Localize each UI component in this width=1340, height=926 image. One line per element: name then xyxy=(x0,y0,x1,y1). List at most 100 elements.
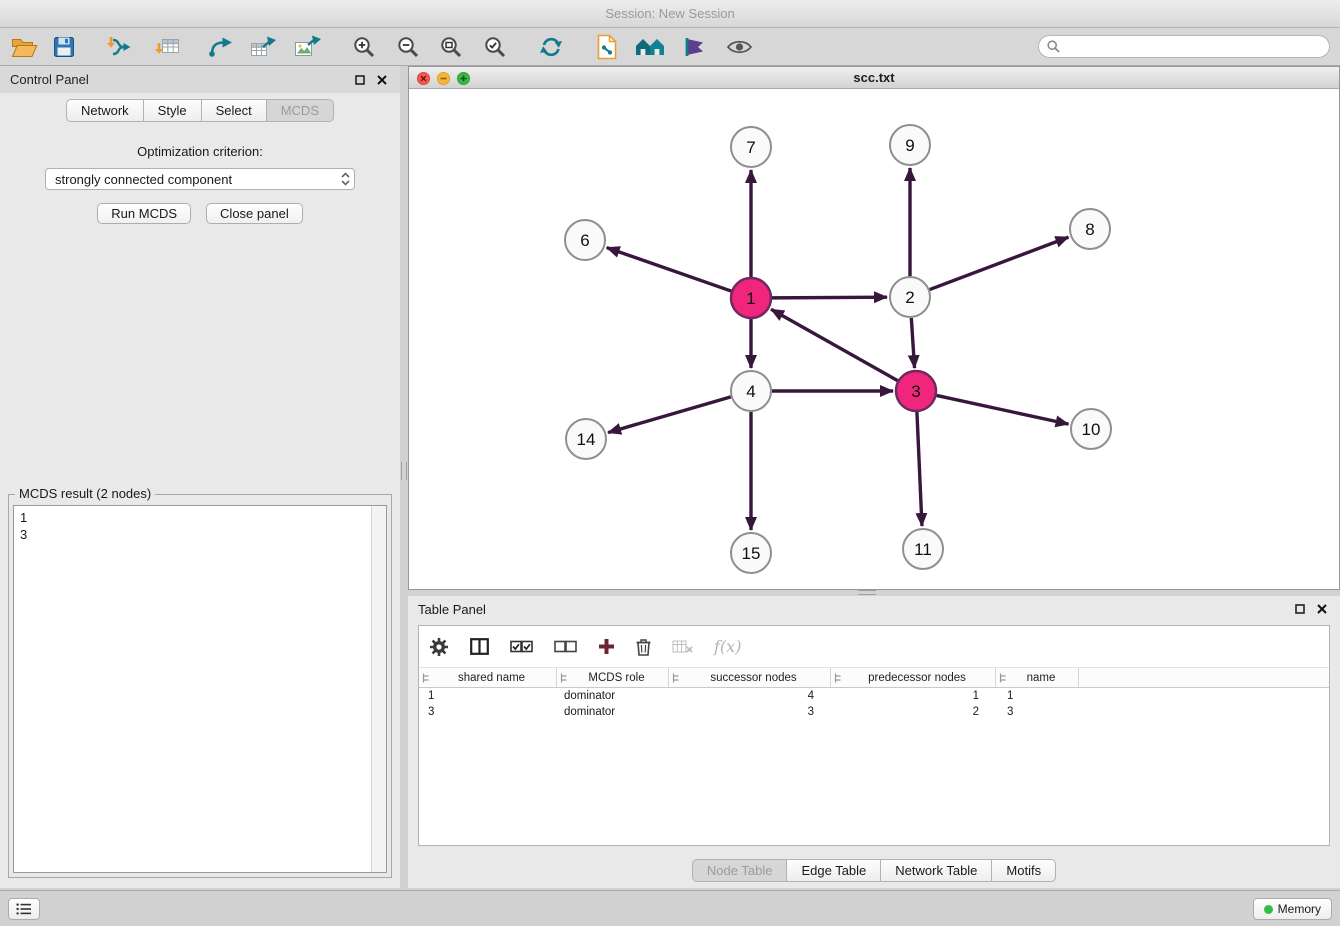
search-input[interactable] xyxy=(1065,40,1321,54)
unselect-all-columns-button[interactable] xyxy=(554,640,577,653)
split-view-button[interactable] xyxy=(470,638,489,655)
refresh-layout-button[interactable] xyxy=(535,32,567,62)
import-network-button[interactable] xyxy=(101,32,133,62)
graph-node-15[interactable]: 15 xyxy=(731,533,771,573)
zoom-selected-icon xyxy=(484,36,507,59)
criterion-dropdown[interactable]: strongly connected component xyxy=(45,168,355,190)
table-close-button[interactable] xyxy=(1314,601,1330,617)
delete-column-button[interactable] xyxy=(636,638,651,656)
graph-node-7[interactable]: 7 xyxy=(731,127,771,167)
clone-network-button[interactable] xyxy=(591,32,623,62)
tab-select[interactable]: Select xyxy=(202,99,267,122)
select-all-columns-button[interactable] xyxy=(510,640,533,653)
first-neighbors-button[interactable] xyxy=(634,32,666,62)
function-builder-button[interactable]: f(x) xyxy=(714,637,741,656)
table-cell[interactable]: 4 xyxy=(669,688,831,704)
zoom-out-button[interactable] xyxy=(392,32,424,62)
export-table-button[interactable] xyxy=(247,32,279,62)
tab-motifs[interactable]: Motifs xyxy=(992,859,1056,882)
table-cell[interactable]: dominator xyxy=(557,704,669,720)
graph-edge-1-2[interactable] xyxy=(772,297,887,298)
export-image-button[interactable] xyxy=(291,32,323,62)
control-panel-tabs: Network Style Select MCDS xyxy=(0,99,400,122)
table-row[interactable]: 3dominator323 xyxy=(419,704,1329,720)
search-box[interactable] xyxy=(1038,35,1330,58)
svg-text:1: 1 xyxy=(746,289,755,308)
table-cell[interactable]: 1 xyxy=(831,688,996,704)
graph-edge-2-3[interactable] xyxy=(911,318,914,368)
graph-node-3[interactable]: 3 xyxy=(896,371,936,411)
splitter-handle-vertical[interactable] xyxy=(401,462,407,480)
graph-edge-3-10[interactable] xyxy=(937,395,1069,424)
task-history-button[interactable] xyxy=(8,898,40,920)
graph-node-11[interactable]: 11 xyxy=(903,529,943,569)
column-header-predecessor-nodes[interactable]: predecessor nodes xyxy=(831,668,996,687)
graph-edge-2-8[interactable] xyxy=(930,237,1069,289)
graph-node-14[interactable]: 14 xyxy=(566,419,606,459)
graph-node-1[interactable]: 1 xyxy=(731,278,771,318)
delete-table-button[interactable] xyxy=(672,639,693,654)
table-cell[interactable]: 3 xyxy=(996,704,1079,720)
graph-node-6[interactable]: 6 xyxy=(565,220,605,260)
column-header-name[interactable]: name xyxy=(996,668,1079,687)
tab-edge-table[interactable]: Edge Table xyxy=(787,859,881,882)
result-scrollbar[interactable] xyxy=(371,506,386,872)
table-cell[interactable]: 2 xyxy=(831,704,996,720)
tab-network[interactable]: Network xyxy=(66,99,144,122)
table-cell[interactable]: 1 xyxy=(419,688,557,704)
window-minimize-button[interactable] xyxy=(437,72,450,85)
memory-button[interactable]: Memory xyxy=(1253,898,1332,920)
graph-node-8[interactable]: 8 xyxy=(1070,209,1110,249)
close-panel-button-mcds[interactable]: Close panel xyxy=(206,203,303,224)
network-graph[interactable]: 7 9 6 8 1 2 4 3 14 10 15 11 xyxy=(409,89,1339,589)
table-cell[interactable]: 3 xyxy=(419,704,557,720)
float-panel-button[interactable] xyxy=(352,72,368,88)
delete-table-icon xyxy=(672,639,693,654)
graph-edge-4-14[interactable] xyxy=(608,397,731,433)
column-header-shared-name[interactable]: shared name xyxy=(419,668,557,687)
show-hide-button[interactable] xyxy=(723,32,755,62)
zoom-out-icon xyxy=(397,36,420,59)
graph-node-10[interactable]: 10 xyxy=(1071,409,1111,449)
column-settings-button[interactable] xyxy=(429,637,449,657)
export-network-button[interactable] xyxy=(204,32,236,62)
graph-edge-1-6[interactable] xyxy=(607,248,731,291)
graph-edge-3-1[interactable] xyxy=(771,309,898,380)
table-cell[interactable]: 3 xyxy=(669,704,831,720)
graph-node-9[interactable]: 9 xyxy=(890,125,930,165)
column-header-mcds-role[interactable]: MCDS role xyxy=(557,668,669,687)
table-row[interactable]: 1dominator411 xyxy=(419,688,1329,704)
window-zoom-button[interactable] xyxy=(457,72,470,85)
run-mcds-button[interactable]: Run MCDS xyxy=(97,203,191,224)
apply-style-button[interactable] xyxy=(678,32,710,62)
close-panel-button[interactable] xyxy=(374,72,390,88)
trash-icon xyxy=(636,638,651,656)
save-icon xyxy=(53,36,75,58)
zoom-fit-button[interactable] xyxy=(435,32,467,62)
tab-mcds[interactable]: MCDS xyxy=(267,99,334,122)
import-table-button[interactable] xyxy=(151,32,183,62)
zoom-glyph-icon xyxy=(460,75,467,82)
table-panel-tabs: Node Table Edge Table Network Table Moti… xyxy=(408,859,1340,882)
tab-node-table[interactable]: Node Table xyxy=(692,859,788,882)
open-session-button[interactable] xyxy=(8,32,40,62)
zoom-selected-button[interactable] xyxy=(479,32,511,62)
network-window-titlebar[interactable]: scc.txt xyxy=(409,67,1339,89)
tab-style[interactable]: Style xyxy=(144,99,202,122)
table-float-button[interactable] xyxy=(1292,601,1308,617)
control-panel: Control Panel Network Style Select MCDS … xyxy=(0,66,400,888)
table-cell[interactable]: 1 xyxy=(996,688,1079,704)
graph-node-2[interactable]: 2 xyxy=(890,277,930,317)
export-network-icon xyxy=(207,35,234,59)
add-column-button[interactable] xyxy=(598,638,615,655)
graph-edge-3-11[interactable] xyxy=(917,412,922,526)
tab-network-table[interactable]: Network Table xyxy=(881,859,992,882)
save-session-button[interactable] xyxy=(48,32,80,62)
graph-node-4[interactable]: 4 xyxy=(731,371,771,411)
window-close-button[interactable] xyxy=(417,72,430,85)
network-canvas[interactable]: 7 9 6 8 1 2 4 3 14 10 15 11 xyxy=(409,89,1339,589)
column-header-successor-nodes[interactable]: successor nodes xyxy=(669,668,831,687)
splitter-handle-horizontal[interactable] xyxy=(858,590,876,595)
zoom-in-button[interactable] xyxy=(348,32,380,62)
table-cell[interactable]: dominator xyxy=(557,688,669,704)
